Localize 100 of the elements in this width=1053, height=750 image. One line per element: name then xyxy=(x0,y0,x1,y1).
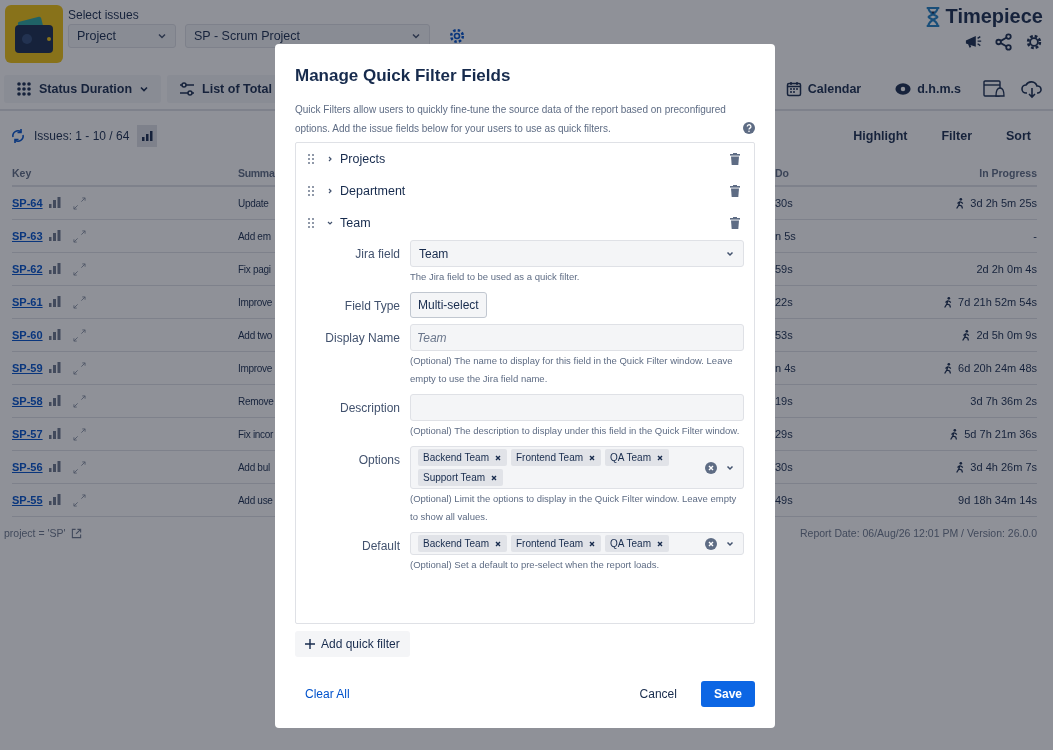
caret-icon xyxy=(139,84,150,94)
brand-name: Timepiece xyxy=(945,5,1043,28)
issue-key-link[interactable]: SP-59 xyxy=(12,362,43,374)
scope-select[interactable]: Project xyxy=(68,24,176,48)
text-field[interactable] xyxy=(410,394,744,421)
table-cell: 59s xyxy=(775,263,793,275)
multi-select-field[interactable]: Backend Team Frontend Team QA Team Support Team xyxy=(410,446,744,489)
chevron-down-icon[interactable] xyxy=(326,219,334,227)
save-button[interactable]: Save xyxy=(700,681,755,707)
help-text: The Jira field to be used as a quick filter. xyxy=(410,270,580,284)
table-cell: 3d 4h 26m 7s xyxy=(970,461,1037,473)
table-cell: 2d 5h 0m 9s xyxy=(976,329,1037,341)
help-text: (Optional) Limit the options to display in the Quick Filter window. Leave empty to show all values. xyxy=(410,492,738,524)
issue-key-link[interactable]: SP-57 xyxy=(12,428,43,440)
issue-key-link[interactable]: SP-55 xyxy=(12,494,43,506)
drag-handle-icon[interactable] xyxy=(308,154,314,164)
report-type-button[interactable]: Status Duration xyxy=(4,75,162,103)
table-cell: 49s xyxy=(775,494,793,506)
field-label: Description xyxy=(338,400,400,417)
tag: Backend Team xyxy=(418,449,507,466)
wallet-logo xyxy=(5,5,63,63)
sliders-icon xyxy=(179,81,196,97)
issue-key-link[interactable]: SP-56 xyxy=(12,461,43,473)
external-link-icon[interactable] xyxy=(70,527,82,539)
table-cell: 5d 7h 21m 36s xyxy=(964,428,1037,440)
chevron-right-icon[interactable] xyxy=(326,187,334,195)
trash-icon[interactable] xyxy=(730,185,740,197)
tag: Frontend Team xyxy=(510,535,602,552)
chart-button[interactable] xyxy=(137,125,158,147)
table-cell: Add use xyxy=(238,494,273,506)
table-cell: 3d 2h 5m 25s xyxy=(970,197,1037,209)
refresh-icon[interactable] xyxy=(10,128,26,144)
tag-remove-icon[interactable] xyxy=(588,539,597,548)
trash-icon[interactable] xyxy=(730,153,740,165)
clear-all-link[interactable]: Clear All xyxy=(305,687,350,701)
tag-remove-icon[interactable] xyxy=(490,473,499,482)
report-info: Report Date: 06/Aug/26 12:01 PM / Version: 26.0.0 xyxy=(800,527,1037,539)
bars-icon xyxy=(48,428,61,440)
multi-select-field[interactable]: Backend Team Frontend Team QA Team xyxy=(410,532,744,555)
caret-icon xyxy=(157,31,167,41)
project-select[interactable]: SP - Scrum Project xyxy=(185,24,430,48)
filter-name[interactable]: Department xyxy=(340,184,406,198)
tag-remove-icon[interactable] xyxy=(493,539,502,548)
tag: QA Team xyxy=(605,535,669,552)
table-cell: Improve xyxy=(238,296,273,308)
action-button[interactable]: Filter xyxy=(935,128,978,144)
field-label: Display Name xyxy=(324,330,400,347)
table-cell: 2d 2h 0m 4s xyxy=(976,263,1037,275)
time-format-button[interactable]: d.h.m.s xyxy=(889,80,967,98)
cancel-button[interactable]: Cancel xyxy=(633,686,683,702)
action-button[interactable]: Highlight xyxy=(847,128,914,144)
calendar-bell-icon[interactable] xyxy=(983,79,1005,99)
table-cell: 3d 7h 36m 2s xyxy=(970,395,1037,407)
tag-remove-icon[interactable] xyxy=(588,453,597,462)
jira-field-select[interactable]: Team xyxy=(410,240,744,267)
text-field[interactable]: Team xyxy=(410,324,744,351)
issue-key-link[interactable]: SP-60 xyxy=(12,329,43,341)
issue-key-link[interactable]: SP-61 xyxy=(12,296,43,308)
filter-name[interactable]: Projects xyxy=(340,152,386,166)
trash-icon[interactable] xyxy=(730,217,740,229)
chart-icon xyxy=(141,130,154,142)
cloud-download-icon[interactable] xyxy=(1021,79,1043,99)
bars-icon xyxy=(48,230,61,242)
help-text: (Optional) The name to display for this field in the Quick Filter window. Leave empty to use the Jira field name. xyxy=(410,354,734,386)
table-cell: 9d 18h 34m 14s xyxy=(958,494,1037,506)
chevron-right-icon[interactable] xyxy=(326,155,334,163)
tag: Support Team xyxy=(418,469,504,486)
filter-name[interactable]: Team xyxy=(340,216,371,230)
select-label: Select issues xyxy=(68,8,140,22)
megaphone-icon[interactable] xyxy=(965,33,983,51)
tag-remove-icon[interactable] xyxy=(656,453,664,462)
bars-icon xyxy=(48,263,61,275)
bars-icon xyxy=(48,296,61,308)
add-quick-filter-button[interactable]: Add quick filter xyxy=(295,631,410,657)
clear-icon[interactable] xyxy=(705,461,717,474)
grid-icon xyxy=(16,81,32,97)
calendar-button[interactable]: Calendar xyxy=(779,80,868,98)
drag-handle-icon[interactable] xyxy=(308,186,314,196)
field-label: Options xyxy=(357,452,400,469)
settings-icon[interactable] xyxy=(1025,33,1043,51)
tag-remove-icon[interactable] xyxy=(493,453,502,462)
issue-key-link[interactable]: SP-62 xyxy=(12,263,43,275)
issue-key-link[interactable]: SP-64 xyxy=(12,197,43,209)
clear-icon[interactable] xyxy=(705,537,717,550)
column-header: In Progress xyxy=(875,157,1037,187)
issue-count: Issues: 1 - 10 / 64 xyxy=(34,129,130,143)
help-text: (Optional) Set a default to pre-select when the report loads. xyxy=(410,558,660,572)
bars-icon xyxy=(48,461,61,473)
issue-key-link[interactable]: SP-63 xyxy=(12,230,43,242)
settings-icon[interactable] xyxy=(447,26,467,46)
help-icon[interactable] xyxy=(743,122,755,134)
table-cell: Fix incor xyxy=(238,428,274,440)
bars-icon xyxy=(48,362,61,374)
table-cell: n 4s xyxy=(775,362,796,374)
share-icon[interactable] xyxy=(995,33,1013,51)
issue-key-link[interactable]: SP-58 xyxy=(12,395,43,407)
table-cell: 29s xyxy=(775,428,793,440)
action-button[interactable]: Sort xyxy=(1000,128,1037,144)
drag-handle-icon[interactable] xyxy=(308,218,314,228)
tag-remove-icon[interactable] xyxy=(656,539,664,548)
